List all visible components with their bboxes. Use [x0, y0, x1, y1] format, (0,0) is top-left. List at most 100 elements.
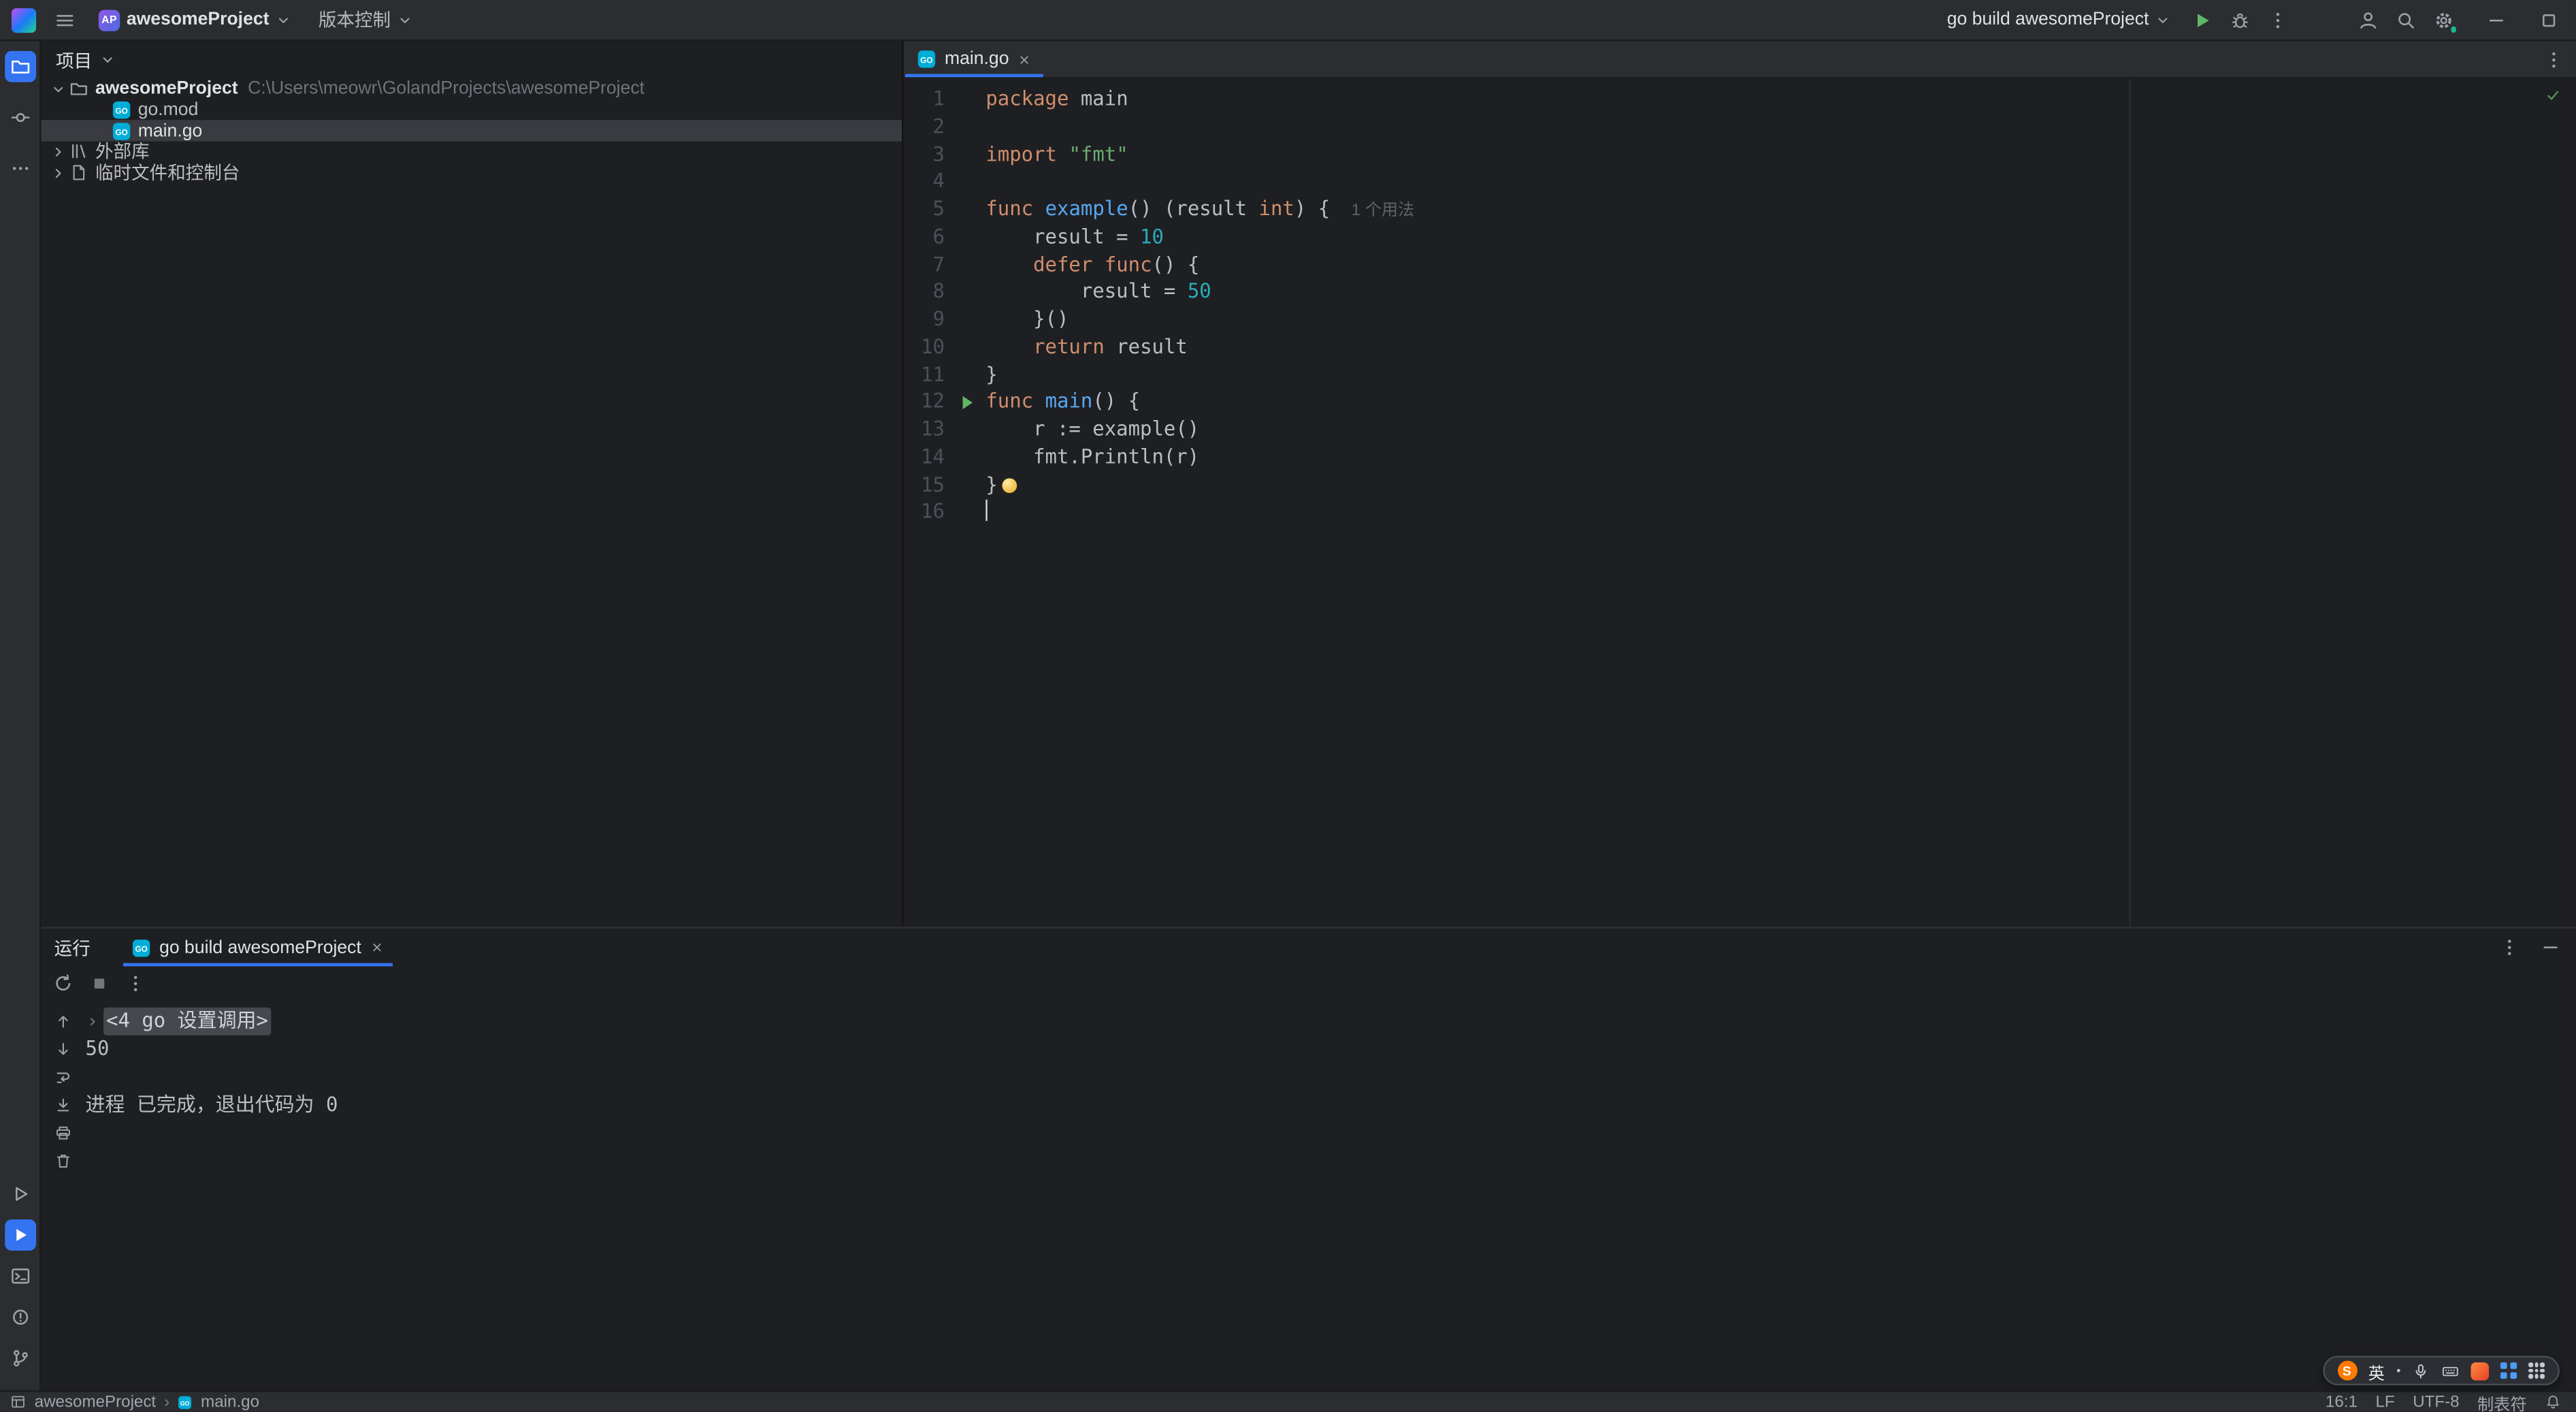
code-line-2[interactable]: [985, 113, 2576, 140]
indent-style[interactable]: 制表符: [2477, 1390, 2526, 1412]
breadcrumb-project[interactable]: awesomeProject: [35, 1393, 156, 1411]
code-line-11[interactable]: }: [985, 361, 2576, 388]
debug-icon[interactable]: [2230, 9, 2251, 30]
code-line-16[interactable]: [985, 498, 2576, 526]
gutter-line[interactable]: 6: [904, 223, 986, 251]
editor-body[interactable]: 1 2 3 4 5 6 7 8 9 10 11 12 13 14 15 16 package main impo…: [904, 78, 2576, 927]
minimize-icon[interactable]: [2485, 9, 2507, 30]
menu-icon[interactable]: [54, 9, 76, 30]
code-line-6[interactable]: result = 10: [985, 223, 2576, 251]
services-icon[interactable]: [4, 1178, 35, 1210]
inspections-ok-icon[interactable]: [2545, 87, 2561, 103]
gutter-line[interactable]: 3: [904, 140, 986, 167]
tab-go-build[interactable]: GO go build awesomeProject: [120, 929, 395, 967]
toolbox-icon[interactable]: [2528, 1362, 2545, 1379]
gutter-line[interactable]: 13: [904, 416, 986, 443]
more-icon[interactable]: [2543, 48, 2564, 69]
code-line-15[interactable]: }: [985, 471, 2576, 498]
tree-item-外部库[interactable]: 外部库: [41, 142, 902, 162]
gutter-line[interactable]: 12: [904, 388, 986, 415]
gutter-line[interactable]: 9: [904, 306, 986, 333]
code-line-8[interactable]: result = 50: [985, 278, 2576, 306]
gutter-line[interactable]: 15: [904, 471, 986, 498]
apps-grid-icon[interactable]: [2500, 1362, 2517, 1379]
run-tool-icon[interactable]: [4, 1219, 35, 1251]
fold-expand-icon[interactable]: ›: [87, 1008, 98, 1036]
caret-position[interactable]: 16:1: [2326, 1393, 2358, 1411]
code-line-3[interactable]: import "fmt": [985, 140, 2576, 167]
gutter-line[interactable]: 1: [904, 86, 986, 113]
code-line-7[interactable]: defer func() {: [985, 251, 2576, 278]
gutter-line[interactable]: 8: [904, 278, 986, 306]
problems-icon[interactable]: [4, 1302, 35, 1333]
user-icon[interactable]: [2358, 9, 2379, 30]
tab-main-go[interactable]: GO main.go: [904, 41, 1045, 78]
more-icon[interactable]: [2499, 937, 2520, 958]
line-separator[interactable]: LF: [2375, 1393, 2394, 1411]
project-tool-icon[interactable]: [4, 50, 35, 82]
code-line-9[interactable]: }(): [985, 306, 2576, 333]
code-line-12[interactable]: func main() {: [985, 388, 2576, 415]
run-config-selector[interactable]: go build awesomeProject: [1942, 7, 2175, 33]
gutter-line[interactable]: 14: [904, 443, 986, 470]
ime-toolbar[interactable]: S 英: [2322, 1355, 2560, 1385]
gutter-line[interactable]: 5: [904, 195, 986, 223]
gutter-line[interactable]: 10: [904, 333, 986, 360]
tree-item-main.go[interactable]: GO main.go: [41, 121, 902, 142]
run-line-icon[interactable]: [945, 395, 985, 409]
clear-icon[interactable]: [54, 1152, 73, 1170]
notifications-icon[interactable]: [2545, 1394, 2561, 1410]
tool-windows-icon[interactable]: [10, 1394, 26, 1410]
file-encoding[interactable]: UTF-8: [2413, 1393, 2459, 1411]
scroll-end-icon[interactable]: [54, 1096, 73, 1114]
code-line-5[interactable]: func example() (result int) {1 个用法: [985, 195, 2576, 223]
more-icon[interactable]: [125, 973, 146, 994]
project-widget[interactable]: AP awesomeProject: [94, 5, 295, 33]
skin-icon[interactable]: [2471, 1361, 2490, 1380]
chevron-right-icon[interactable]: [49, 143, 67, 161]
gutter-line[interactable]: 4: [904, 168, 986, 195]
hide-panel-icon[interactable]: [2540, 937, 2561, 958]
project-panel-header[interactable]: 项目: [41, 41, 902, 79]
code-line-1[interactable]: package main: [985, 86, 2576, 113]
vcs-widget[interactable]: 版本控制: [314, 3, 417, 36]
search-icon[interactable]: [2395, 9, 2416, 30]
maximize-icon[interactable]: [2538, 9, 2559, 30]
usages-inlay-hint[interactable]: 1 个用法: [1352, 202, 1415, 221]
code-area[interactable]: package main import "fmt" func example() (…: [985, 79, 2576, 927]
down-icon[interactable]: [54, 1040, 73, 1059]
vcs-branch-icon[interactable]: [4, 1343, 35, 1374]
commit-tool-icon[interactable]: [4, 102, 35, 133]
code-line-13[interactable]: r := example(): [985, 416, 2576, 443]
run-icon[interactable]: [2191, 9, 2213, 30]
tree-item-go.mod[interactable]: GO go.mod: [41, 99, 902, 121]
folded-text[interactable]: <4 go 设置调用>: [103, 1007, 272, 1036]
settings-icon[interactable]: [2433, 9, 2458, 34]
tree-item-awesomeProject[interactable]: awesomeProject C:\Users\meowr\GolandProje…: [41, 79, 902, 100]
print-icon[interactable]: [54, 1124, 73, 1142]
keyboard-icon[interactable]: [2441, 1362, 2460, 1380]
code-line-14[interactable]: fmt.Println(r): [985, 443, 2576, 470]
intention-bulb-icon[interactable]: [1002, 477, 1017, 492]
ime-language[interactable]: 英: [2368, 1358, 2385, 1383]
close-icon[interactable]: [370, 940, 385, 955]
rerun-icon[interactable]: [52, 973, 74, 994]
more-tools-icon[interactable]: [4, 153, 35, 184]
close-icon[interactable]: [1017, 52, 1032, 67]
gutter-line[interactable]: 7: [904, 251, 986, 278]
chevron-down-icon[interactable]: [49, 80, 67, 99]
sogou-logo[interactable]: S: [2336, 1360, 2357, 1381]
stop-icon[interactable]: [88, 973, 110, 994]
code-line-10[interactable]: return result: [985, 333, 2576, 360]
gutter-line[interactable]: 2: [904, 113, 986, 140]
chevron-right-icon[interactable]: [49, 163, 67, 182]
up-icon[interactable]: [54, 1012, 73, 1031]
mic-icon[interactable]: [2412, 1362, 2430, 1380]
softwrap-icon[interactable]: [54, 1068, 73, 1087]
more-icon[interactable]: [2267, 9, 2288, 30]
tree-item-临时文件和控制台[interactable]: 临时文件和控制台: [41, 162, 902, 183]
code-line-4[interactable]: [985, 168, 2576, 195]
terminal-icon[interactable]: [4, 1260, 35, 1291]
gutter-line[interactable]: 16: [904, 498, 986, 526]
breadcrumb-file[interactable]: main.go: [201, 1393, 259, 1411]
